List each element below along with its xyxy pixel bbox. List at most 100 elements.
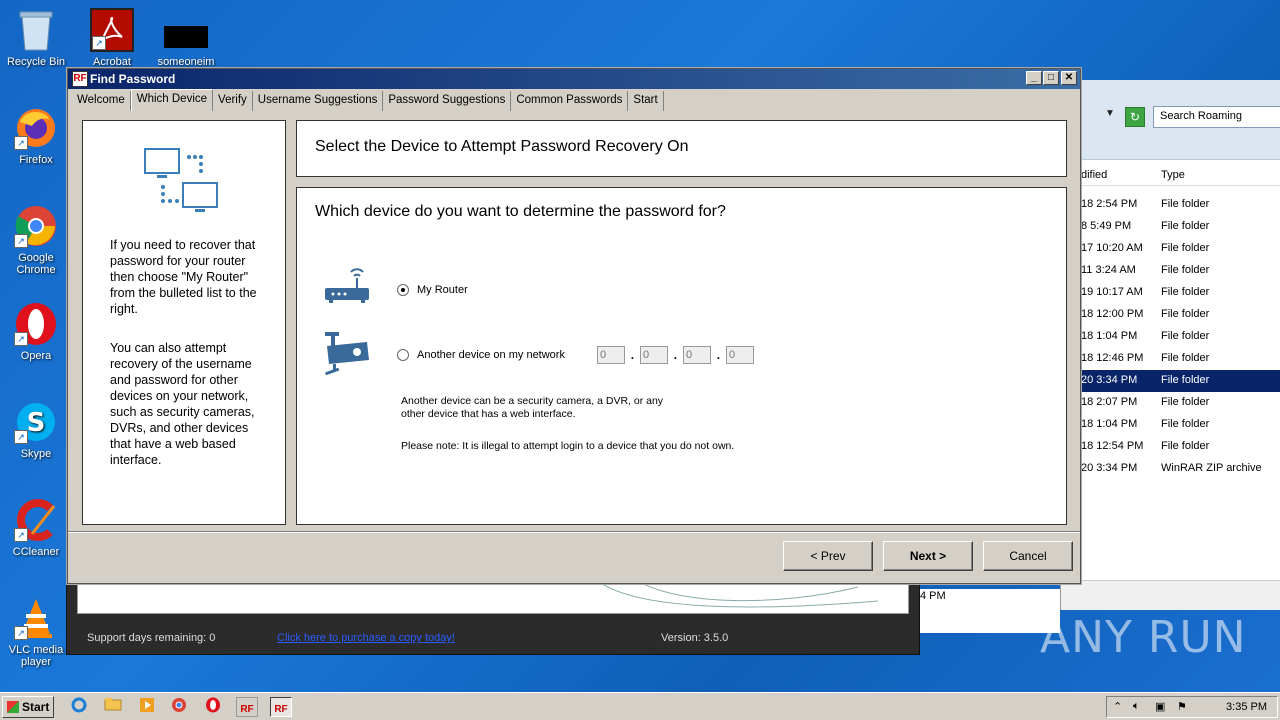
desktop-icon-ccleaner[interactable]: ↗ CCleaner — [0, 498, 72, 558]
start-button[interactable]: Start — [2, 696, 54, 718]
info-panel: If you need to recover that password for… — [82, 120, 286, 525]
map-panel — [77, 580, 909, 614]
version-text: Version: 3.5.0 — [661, 632, 729, 644]
firefox-icon: ↗ — [14, 106, 58, 150]
background-app-window[interactable]: Support days remaining: 0 Click here to … — [66, 575, 920, 655]
device-selection-panel: Which device do you want to determine th… — [296, 187, 1067, 525]
network-devices-icon — [144, 148, 218, 212]
tab-common-passwords[interactable]: Common Passwords — [511, 91, 629, 111]
windows-logo-icon — [7, 701, 19, 713]
desktop-icon-recycle-bin[interactable]: Recycle Bin — [0, 8, 72, 68]
find-password-dialog[interactable]: RF Find Password _ □ ✕ Welcome Which Dev… — [67, 68, 1081, 584]
security-camera-icon — [325, 332, 369, 376]
minimize-icon[interactable]: _ — [1026, 71, 1042, 85]
app-logo-icon: RF — [72, 71, 88, 87]
table-row[interactable]: 17 10:20 AM File folder — [1061, 238, 1280, 260]
ip-octet-4-input[interactable] — [725, 346, 754, 364]
option-my-router[interactable]: My Router — [397, 284, 468, 296]
tab-which-device[interactable]: Which Device — [130, 89, 214, 111]
column-header-type[interactable]: Type — [1161, 169, 1185, 181]
clock[interactable]: 3:35 PM — [1226, 701, 1267, 713]
prev-button[interactable]: < Prev — [783, 541, 873, 571]
acrobat-icon: ↗ — [90, 8, 134, 52]
table-row[interactable]: 11 3:24 AM File folder — [1061, 260, 1280, 282]
table-row[interactable]: 18 12:46 PM File folder — [1061, 348, 1280, 370]
desktop-icon-opera[interactable]: ↗ Opera — [0, 302, 72, 362]
action-center-flag-icon[interactable]: ⚑ — [1177, 700, 1187, 713]
another-device-radio-label[interactable]: Another device on my network — [417, 349, 565, 361]
desktop-icon-someoneim[interactable]: someoneim — [150, 8, 222, 68]
network-icon[interactable]: ▣ — [1155, 700, 1165, 713]
title-bar[interactable]: RF Find Password _ □ ✕ — [68, 69, 1080, 89]
skype-icon: S ↗ — [14, 400, 58, 444]
ccleaner-icon: ↗ — [14, 498, 58, 542]
shortcut-arrow-icon: ↗ — [14, 332, 28, 346]
another-device-radio[interactable] — [397, 349, 409, 361]
legal-note: Please note: It is illegal to attempt lo… — [401, 440, 735, 452]
search-input[interactable]: Search Roaming — [1153, 106, 1280, 128]
desktop-icon-skype[interactable]: S ↗ Skype — [0, 400, 72, 460]
media-player-icon[interactable] — [136, 697, 158, 717]
explorer-column-headers: dified Type — [1061, 164, 1280, 186]
table-row[interactable]: 20 3:34 PM WinRAR ZIP archive — [1061, 458, 1280, 480]
shortcut-arrow-icon: ↗ — [14, 234, 28, 248]
cancel-button[interactable]: Cancel — [983, 541, 1073, 571]
desktop-icon-firefox[interactable]: ↗ Firefox — [0, 106, 72, 166]
chevron-up-icon[interactable]: ⌃ — [1113, 700, 1122, 713]
maximize-icon[interactable]: □ — [1043, 71, 1059, 85]
table-row[interactable]: 8 5:49 PM File folder — [1061, 216, 1280, 238]
desktop-icon-label: someoneim — [157, 56, 215, 68]
find-password-taskbar-icon[interactable]: RF — [236, 697, 258, 717]
desktop-icon-vlc[interactable]: ↗ VLC media player — [0, 596, 72, 668]
table-row[interactable]: 18 2:07 PM File folder — [1061, 392, 1280, 414]
ip-octet-2-input[interactable] — [639, 346, 668, 364]
ip-separator: . — [673, 348, 678, 362]
table-row[interactable]: 18 1:04 PM File folder — [1061, 414, 1280, 436]
anyrun-watermark: ANY RUN — [1040, 612, 1247, 663]
table-row[interactable]: 18 12:00 PM File folder — [1061, 304, 1280, 326]
tab-verify[interactable]: Verify — [213, 91, 253, 111]
desktop-icon-chrome[interactable]: ↗ Google Chrome — [0, 204, 72, 276]
next-button[interactable]: Next > — [883, 541, 973, 571]
chrome-icon: ↗ — [14, 204, 58, 248]
desktop-icon-label: Recycle Bin — [6, 56, 66, 68]
table-row[interactable]: 19 10:17 AM File folder — [1061, 282, 1280, 304]
table-row[interactable]: 18 2:54 PM File folder — [1061, 194, 1280, 216]
explorer-file-list: 18 2:54 PM File folder 8 5:49 PM File fold… — [1061, 194, 1280, 480]
vlc-icon: ↗ — [14, 596, 58, 640]
column-header-modified[interactable]: dified — [1081, 169, 1107, 181]
find-password-active-taskbar-icon[interactable]: RF — [270, 697, 292, 717]
question-text: Which device do you want to determine th… — [315, 203, 726, 220]
router-radio-label[interactable]: My Router — [417, 284, 468, 296]
router-radio[interactable] — [397, 284, 409, 296]
chrome-icon[interactable] — [168, 697, 190, 717]
ip-separator: . — [630, 348, 635, 362]
close-icon[interactable]: ✕ — [1061, 71, 1077, 85]
support-days-text: Support days remaining: 0 — [87, 632, 216, 644]
table-row[interactable]: 18 1:04 PM File folder — [1061, 326, 1280, 348]
ip-octet-3-input[interactable] — [682, 346, 711, 364]
desktop-icon-acrobat[interactable]: ↗ Acrobat — [76, 8, 148, 68]
shortcut-arrow-icon: ↗ — [14, 136, 28, 150]
shortcut-arrow-icon: ↗ — [14, 528, 28, 542]
table-row-selected[interactable]: 20 3:34 PM File folder — [1061, 370, 1280, 392]
recycle-bin-icon — [14, 8, 58, 52]
table-row[interactable]: 18 12:54 PM File folder — [1061, 436, 1280, 458]
opera-icon: ↗ — [14, 302, 58, 346]
speaker-icon[interactable]: 🔈︎ — [1133, 700, 1140, 713]
folder-icon[interactable] — [102, 697, 124, 717]
opera-icon[interactable] — [202, 697, 224, 717]
ie-icon[interactable] — [68, 697, 90, 717]
window-title: Find Password — [90, 72, 176, 86]
ip-octet-1-input[interactable] — [596, 346, 625, 364]
explorer-toolbar: ▼ ↻ Search Roaming — [1061, 80, 1280, 160]
chevron-down-icon[interactable]: ▼ — [1105, 108, 1115, 119]
purchase-link[interactable]: Click here to purchase a copy today! — [277, 632, 455, 644]
explorer-window[interactable]: ▼ ↻ Search Roaming dified Type 18 2:54 P… — [1060, 80, 1280, 610]
option-another-device[interactable]: Another device on my network . . . — [397, 346, 754, 364]
tab-username-suggestions[interactable]: Username Suggestions — [252, 91, 384, 111]
tab-password-suggestions[interactable]: Password Suggestions — [383, 91, 512, 111]
tab-start[interactable]: Start — [628, 91, 664, 111]
refresh-icon[interactable]: ↻ — [1125, 107, 1145, 127]
tab-welcome[interactable]: Welcome — [72, 91, 131, 111]
